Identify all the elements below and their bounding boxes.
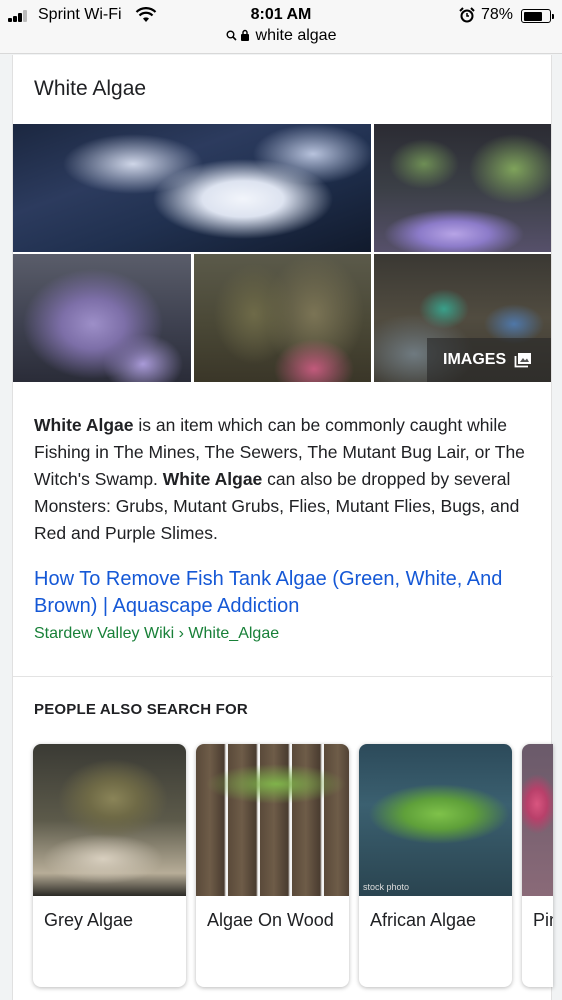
battery-percent: 78% <box>481 6 514 23</box>
related-search-label: Pink <box>533 910 553 930</box>
stock-photo-watermark: stock photo <box>363 882 410 892</box>
alarm-clock-icon <box>459 7 475 23</box>
status-bar: Sprint Wi-Fi 8:01 AM 78% white algae <box>0 0 562 54</box>
image-white-algae-tank[interactable] <box>13 124 371 252</box>
related-search-pink[interactable]: Pink <box>522 744 553 987</box>
image-purple-rock[interactable] <box>13 254 191 382</box>
images-button-label: IMAGES <box>443 351 507 368</box>
knowledge-panel: White Algae IMAGES White Algae is an ite… <box>12 55 553 1000</box>
source-link[interactable]: How To Remove Fish Tank Algae (Green, Wh… <box>34 566 534 620</box>
clock: 8:01 AM <box>250 6 312 23</box>
related-search-label: African Algae <box>370 910 477 930</box>
african-algae-thumbnail <box>359 744 512 896</box>
battery-icon <box>521 9 551 23</box>
related-search-grey-algae[interactable]: Grey Algae <box>33 744 186 987</box>
url-bar[interactable]: white algae <box>0 27 562 49</box>
image-purple-plants[interactable] <box>374 124 551 252</box>
people-also-search-heading: PEOPLE ALSO SEARCH FOR <box>34 701 248 718</box>
related-search-african-algae[interactable]: stock photo African Algae <box>359 744 512 987</box>
pink-thumbnail <box>522 744 553 896</box>
source-cite[interactable]: Stardew Valley Wiki › White_Algae <box>34 625 279 643</box>
panel-title: White Algae <box>34 77 147 100</box>
image-gallery-icon <box>514 353 532 368</box>
related-search-algae-on-wood[interactable]: Algae On Wood <box>196 744 349 987</box>
related-search-label: Grey Algae <box>44 910 134 930</box>
image-plant-algae[interactable] <box>194 254 371 382</box>
search-icon <box>226 30 237 41</box>
description: White Algae is an item which can be comm… <box>34 415 525 543</box>
images-button[interactable]: IMAGES <box>427 338 551 382</box>
grey-algae-thumbnail <box>33 744 186 896</box>
lock-icon <box>240 29 249 41</box>
battery-tip <box>552 14 554 19</box>
related-search-label: Algae On Wood <box>207 910 334 930</box>
divider <box>13 676 553 677</box>
algae-on-wood-thumbnail <box>196 744 349 896</box>
url-query: white algae <box>255 27 337 44</box>
